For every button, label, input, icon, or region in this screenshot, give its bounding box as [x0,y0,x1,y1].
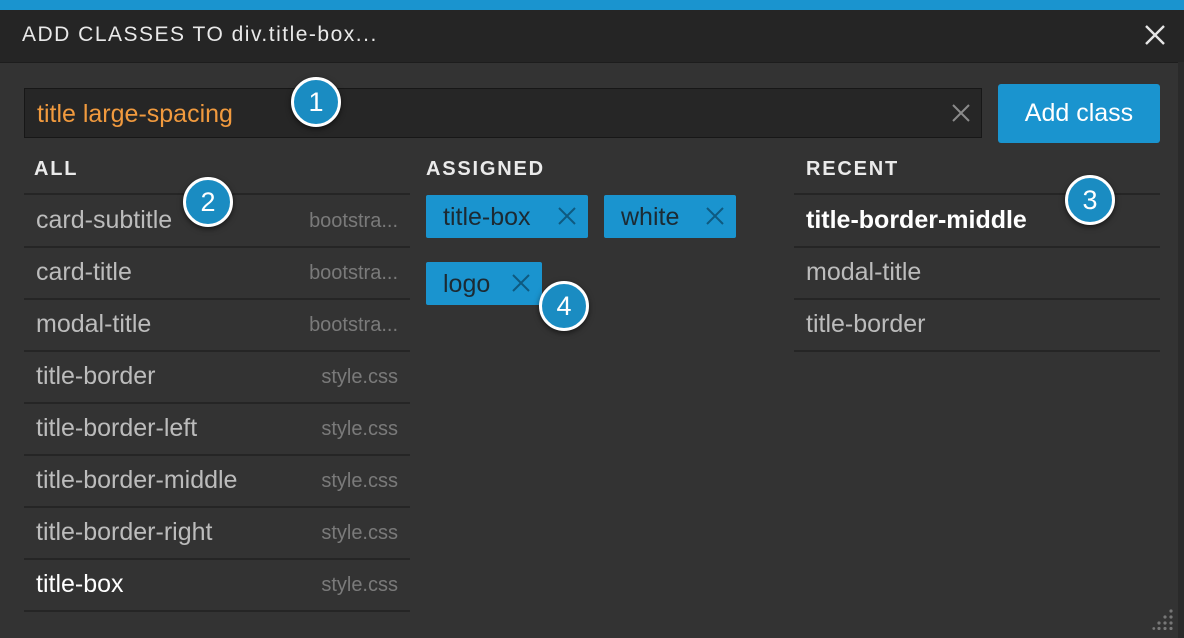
window-edge [1178,62,1184,638]
class-name: title-box [36,570,124,598]
all-class-row[interactable]: title-border-middle style.css [24,456,410,508]
class-name: card-title [36,258,132,286]
class-search-input[interactable] [35,97,919,131]
all-column-heading: ALL [34,158,79,180]
class-name: card-subtitle [36,206,173,234]
class-source: style.css [321,574,398,596]
all-class-row[interactable]: title-box style.css [24,560,410,612]
recent-column-heading: RECENT [806,158,900,180]
assigned-tag-logo: logo [426,262,542,305]
all-class-row[interactable]: title-border-right style.css [24,508,410,560]
close-icon[interactable] [1140,20,1170,50]
class-source: bootstra... [309,314,398,336]
callout-badge-1: 1 [291,77,341,127]
assigned-tag-white: white [604,195,736,238]
dialog-title: ADD CLASSES TO div.title-box... [22,23,378,46]
add-class-button[interactable]: Add class [998,84,1160,143]
remove-tag-icon[interactable] [704,205,726,227]
tag-label: logo [443,270,491,298]
class-name: title-border-middle [36,466,238,494]
clear-icon[interactable] [949,101,973,125]
all-class-row[interactable]: title-border style.css [24,352,410,404]
assigned-tag-title-box: title-box [426,195,588,238]
all-class-row[interactable]: title-border-left style.css [24,404,410,456]
class-name: modal-title [806,258,922,286]
top-accent-bar [0,0,1184,10]
all-class-row[interactable]: card-title bootstra... [24,248,410,300]
remove-tag-icon[interactable] [556,205,578,227]
class-name: title-border-middle [806,206,1027,234]
class-name: title-border-left [36,414,198,442]
assigned-column-heading: ASSIGNED [426,158,545,180]
class-source: bootstra... [309,210,398,232]
tag-label: white [621,203,680,231]
class-source: style.css [321,366,398,388]
resize-grip-icon[interactable] [1152,608,1174,631]
recent-class-row[interactable]: modal-title [794,248,1160,300]
recent-class-row[interactable]: title-border [794,300,1160,352]
class-search-field[interactable] [24,88,982,138]
class-source: style.css [321,470,398,492]
callout-badge-4: 4 [539,281,589,331]
class-source: style.css [321,418,398,440]
remove-tag-icon[interactable] [510,272,532,294]
callout-badge-2: 2 [183,177,233,227]
all-class-row[interactable]: modal-title bootstra... [24,300,410,352]
class-name: modal-title [36,310,152,338]
class-name: title-border [36,362,156,390]
callout-badge-3: 3 [1065,175,1115,225]
tag-label: title-box [443,203,531,231]
class-source: style.css [321,522,398,544]
class-source: bootstra... [309,262,398,284]
class-name: title-border-right [36,518,213,546]
dialog-titlebar: ADD CLASSES TO div.title-box... [0,10,1184,63]
class-name: title-border [806,310,926,338]
